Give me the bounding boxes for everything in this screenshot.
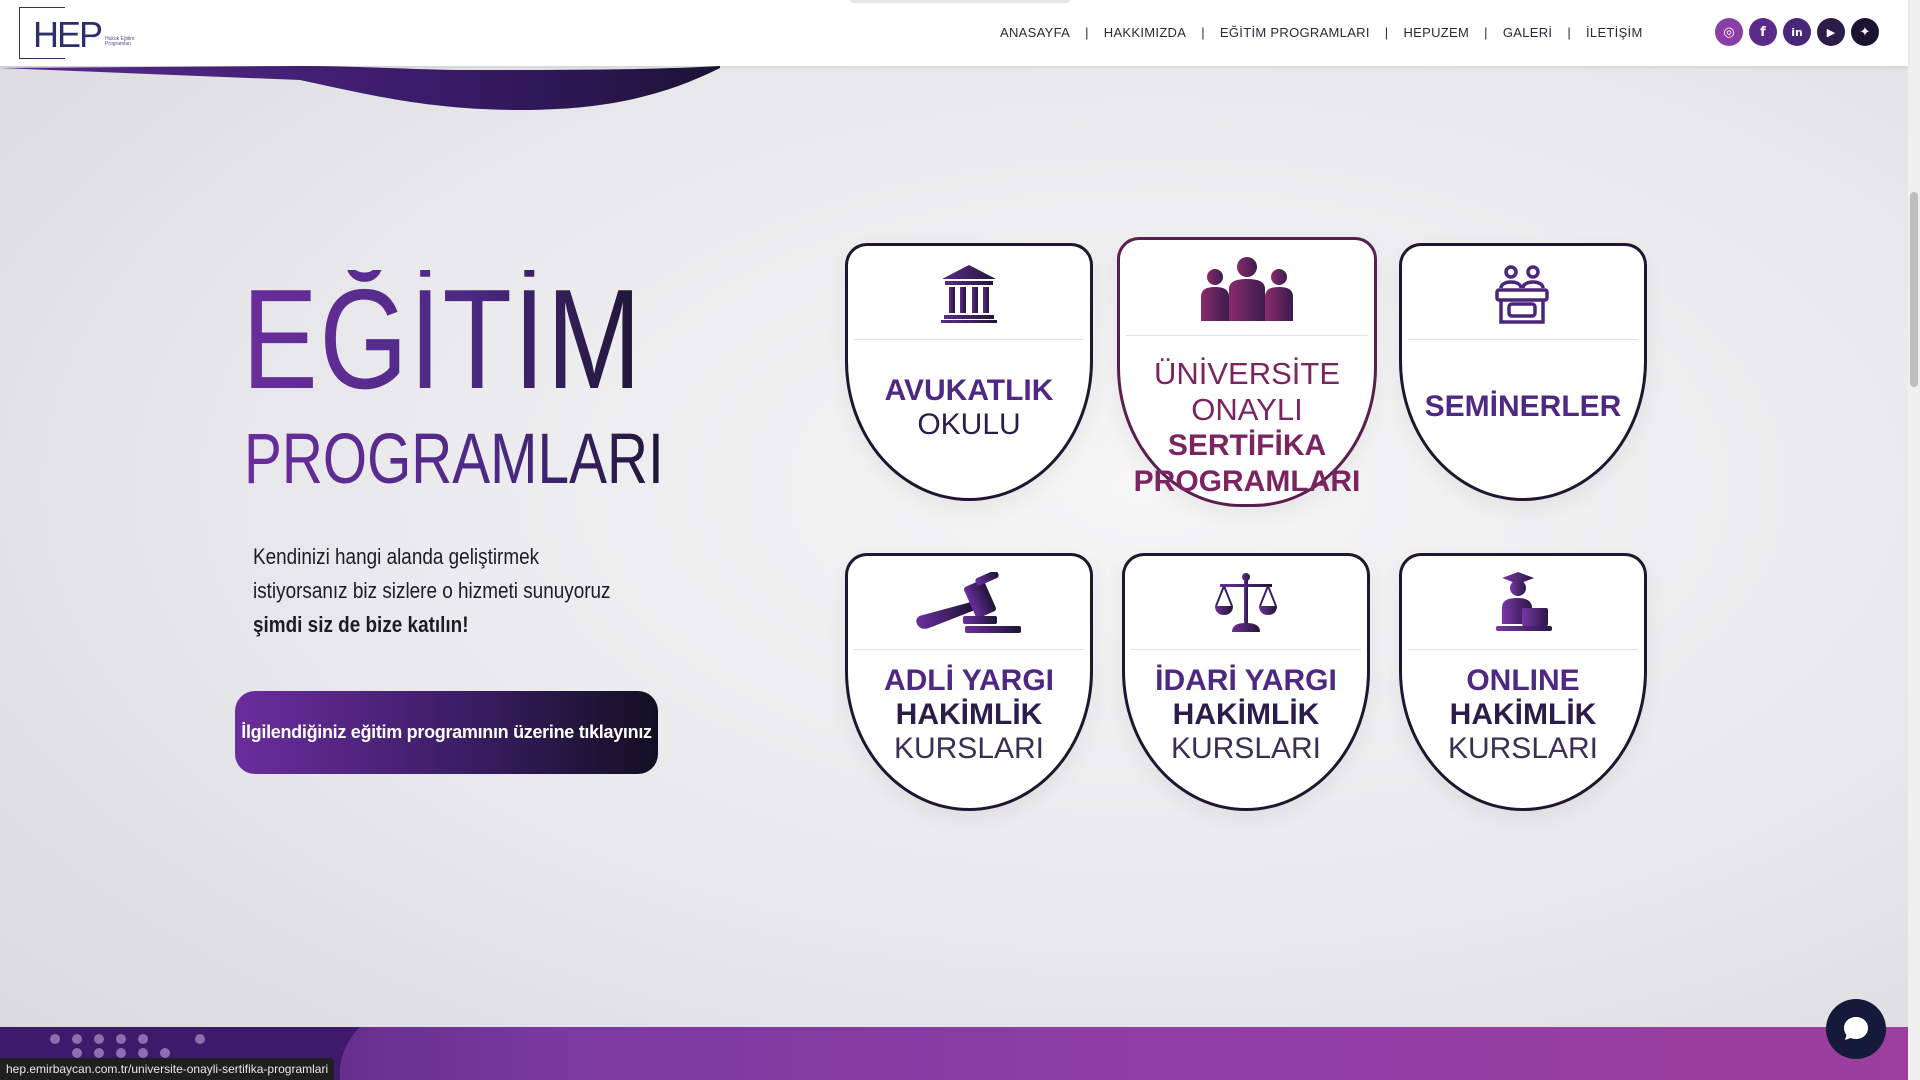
courthouse-icon — [848, 246, 1090, 339]
card-label-line1: SEMİNERLER — [1424, 390, 1622, 423]
card-label: AVUKATLIK OKULU — [848, 374, 1090, 442]
card-universite-onayli[interactable]: ÜNİVERSİTE ONAYLI SERTİFİKA PROGRAMLARI — [1117, 237, 1377, 507]
main-nav: ANASAYFA | HAKKIMIZDA | EĞİTİM PROGRAMLA… — [1000, 25, 1643, 40]
nav-separator: | — [1201, 25, 1205, 40]
scales-icon — [1125, 556, 1367, 649]
hero-text-line2: istiyorsanız biz sizlere o hizmeti sunuy… — [253, 578, 611, 603]
youtube-icon[interactable]: ▶ — [1817, 18, 1845, 46]
card-label: İDARİ YARGI HAKİMLİK KURSLARI — [1125, 664, 1367, 766]
card-label-line2: HAKİMLİK — [1449, 698, 1597, 731]
status-url: hep.emirbaycan.com.tr/universite-onayli-… — [0, 1058, 335, 1080]
logo-text: HEP — [33, 14, 103, 55]
logo-subtitle: Hukuk Eğitim Programları — [105, 36, 135, 47]
card-label-line1: ADLİ YARGI — [883, 664, 1055, 697]
hero-description: Kendinizi hangi alanda geliştirmek istiy… — [253, 540, 614, 642]
card-label: ÜNİVERSİTE ONAYLI SERTİFİKA PROGRAMLARI — [1120, 356, 1374, 500]
nav-separator: | — [1085, 25, 1089, 40]
site-logo[interactable]: HEP Hukuk Eğitim Programları — [19, 7, 139, 61]
cta-button[interactable]: İlgilendiğiniz eğitim programının üzerin… — [235, 691, 658, 774]
nav-iletisim[interactable]: İLETİŞİM — [1586, 25, 1643, 40]
card-label-line2: OKULU — [917, 408, 1021, 441]
chat-button[interactable] — [1826, 999, 1886, 1059]
card-divider — [1408, 339, 1638, 340]
linkedin-icon[interactable]: in — [1783, 18, 1811, 46]
card-divider — [1408, 649, 1638, 650]
card-avukatlik-okulu[interactable]: AVUKATLIK OKULU — [845, 243, 1093, 501]
card-label-line3: KURSLARI — [1447, 732, 1599, 765]
card-label: SEMİNERLER — [1402, 390, 1644, 424]
nav-anasayfa[interactable]: ANASAYFA — [1000, 25, 1070, 40]
gavel-icon — [848, 556, 1090, 649]
group-people-icon — [1120, 240, 1374, 335]
card-label-line2: SERTİFİKA — [1167, 429, 1327, 462]
card-label-line2: HAKİMLİK — [1172, 698, 1320, 731]
hero-text-line1: Kendinizi hangi alanda geliştirmek — [253, 544, 540, 569]
card-label-line1: ONLINE — [1466, 664, 1580, 697]
card-label-line1: İDARİ YARGI — [1155, 664, 1337, 697]
nav-separator: | — [1484, 25, 1488, 40]
social-links: ◎ f in ▶ ✦ — [1715, 18, 1879, 46]
site-header: HEP Hukuk Eğitim Programları ANASAYFA | … — [0, 0, 1908, 66]
nav-egitim-programlari[interactable]: EĞİTİM PROGRAMLARI — [1220, 25, 1370, 40]
card-idari-yargi[interactable]: İDARİ YARGI HAKİMLİK KURSLARI — [1122, 553, 1370, 811]
card-label-line3: PROGRAMLARI — [1133, 465, 1361, 498]
page-scrollbar[interactable] — [1908, 0, 1920, 1080]
card-divider — [1126, 335, 1368, 336]
card-divider — [854, 649, 1084, 650]
card-label-line2: HAKİMLİK — [895, 698, 1043, 731]
scrollbar-thumb[interactable] — [1910, 192, 1918, 387]
card-seminerler[interactable]: SEMİNERLER — [1399, 243, 1647, 501]
card-label-line3: KURSLARI — [893, 732, 1045, 765]
hero-text-bold: şimdi siz de bize katılın! — [253, 612, 469, 637]
card-label-line1: ÜNİVERSİTE ONAYLI — [1153, 356, 1341, 427]
card-divider — [1131, 649, 1361, 650]
card-label-line3: KURSLARI — [1170, 732, 1322, 765]
hero-title: EĞİTİM — [242, 260, 643, 419]
card-adli-yargi[interactable]: ADLİ YARGI HAKİMLİK KURSLARI — [845, 553, 1093, 811]
hero-subtitle: PROGRAMLARI — [244, 420, 664, 499]
card-label: ONLINE HAKİMLİK KURSLARI — [1402, 664, 1644, 766]
facebook-icon[interactable]: f — [1749, 18, 1777, 46]
card-divider — [854, 339, 1084, 340]
nav-separator: | — [1567, 25, 1572, 40]
twitter-icon[interactable]: ✦ — [1851, 18, 1879, 46]
nav-hepuzem[interactable]: HEPUZEM — [1403, 25, 1469, 40]
instagram-icon[interactable]: ◎ — [1715, 18, 1743, 46]
online-student-icon — [1402, 556, 1644, 649]
header-tab-decoration — [850, 0, 1070, 3]
seminar-icon — [1402, 246, 1644, 339]
chat-bubble-icon — [1844, 1017, 1868, 1040]
footer-dots — [50, 1034, 220, 1058]
nav-separator: | — [1384, 25, 1389, 40]
card-label: ADLİ YARGI HAKİMLİK KURSLARI — [848, 664, 1090, 766]
nav-galeri[interactable]: GALERİ — [1503, 25, 1552, 40]
nav-hakkimizda[interactable]: HAKKIMIZDA — [1104, 25, 1186, 40]
card-online-hakimlik[interactable]: ONLINE HAKİMLİK KURSLARI — [1399, 553, 1647, 811]
card-label-line1: AVUKATLIK — [884, 374, 1054, 407]
